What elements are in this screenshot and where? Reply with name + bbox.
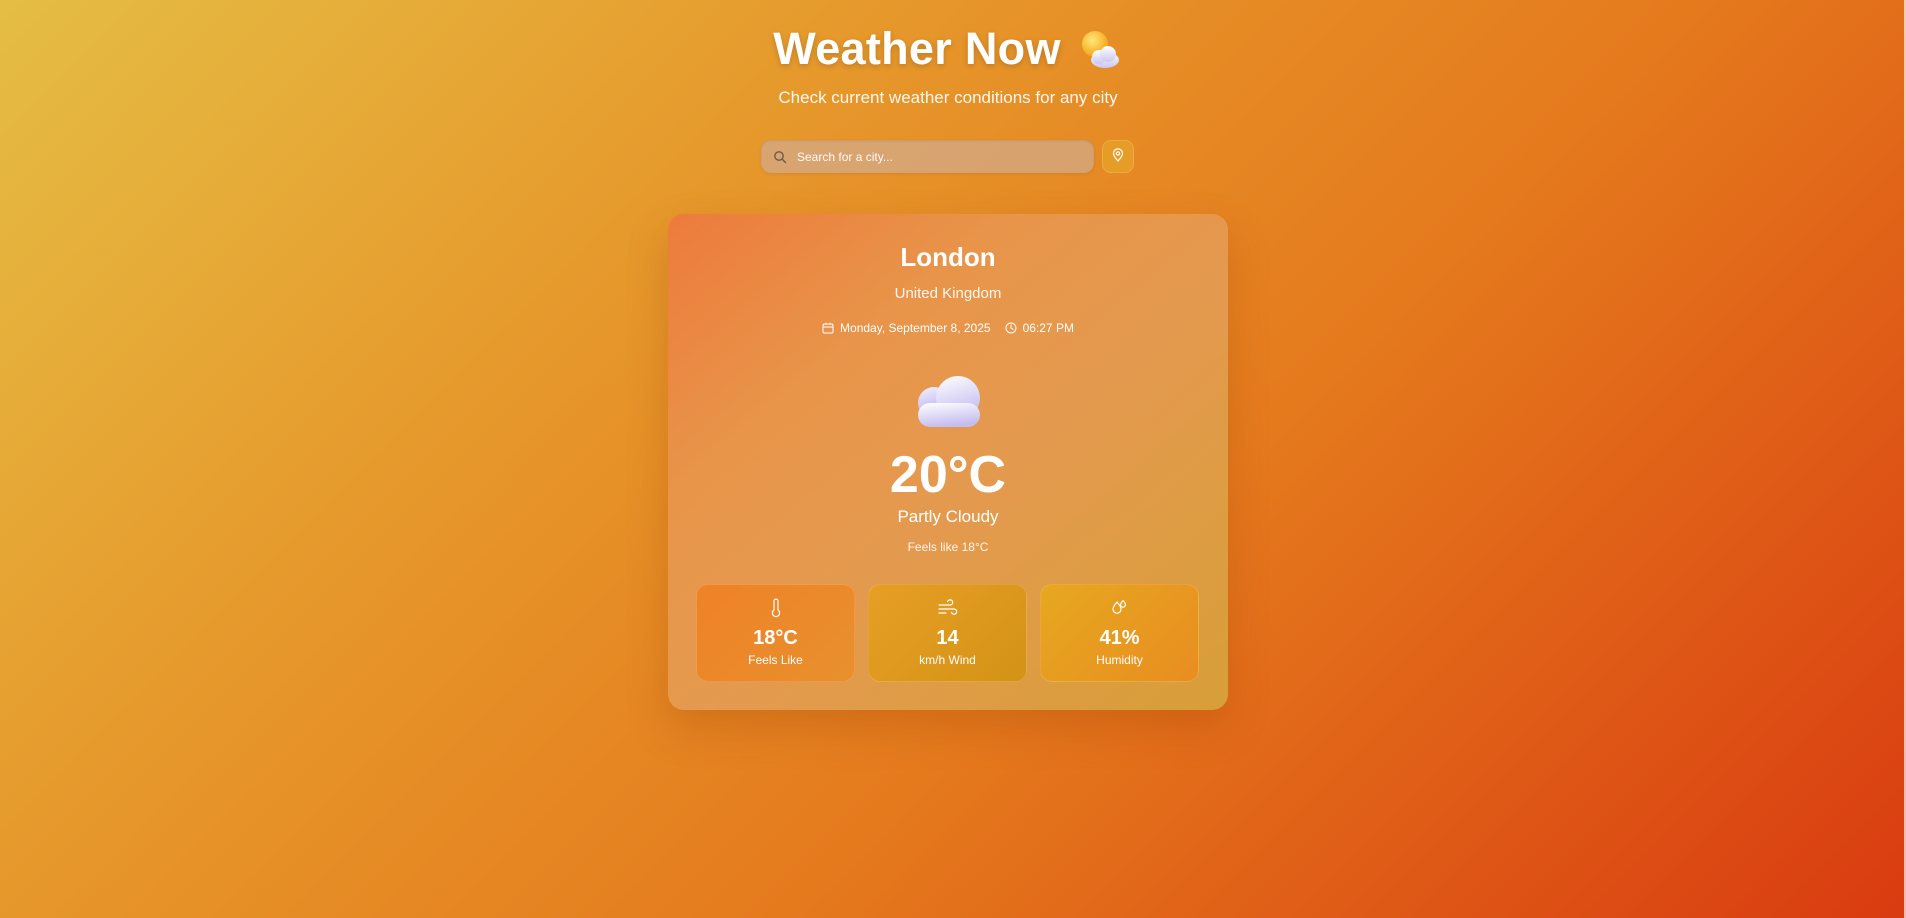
stat-label: Feels Like xyxy=(748,653,803,667)
search-field[interactable] xyxy=(761,140,1094,173)
stat-label: km/h Wind xyxy=(919,653,976,667)
current-location-button[interactable] xyxy=(1102,140,1134,173)
droplets-icon xyxy=(1111,597,1129,619)
sun-behind-cloud-icon xyxy=(1075,25,1123,73)
current-temperature: 20°C xyxy=(889,446,1007,504)
calendar-icon xyxy=(822,322,834,334)
app-title: Weather Now xyxy=(773,23,1061,74)
weather-card: London United Kingdom Monday, September … xyxy=(668,214,1228,710)
stat-value: 18°C xyxy=(753,627,798,649)
stat-value: 14 xyxy=(936,627,959,649)
wind-icon xyxy=(937,597,959,619)
current-date: Monday, September 8, 2025 xyxy=(840,321,991,335)
city-name: London xyxy=(900,242,996,272)
search-icon xyxy=(773,150,787,164)
app-header: Weather Now Check current weather condit… xyxy=(0,18,1896,108)
date-time-row: Monday, September 8, 2025 06:27 PM xyxy=(668,321,1228,335)
stat-card-feels-like: 18°C Feels Like xyxy=(696,584,855,682)
weather-stats: 18°C Feels Like 14 km/h Wind 41% Humidit… xyxy=(696,584,1199,682)
cloud-icon xyxy=(906,373,990,431)
country-name: United Kingdom xyxy=(894,285,1002,302)
date-item: Monday, September 8, 2025 xyxy=(822,321,991,335)
feels-like-text: Feels like 18°C xyxy=(907,540,989,554)
stat-card-wind: 14 km/h Wind xyxy=(868,584,1027,682)
thermometer-icon xyxy=(769,597,783,619)
title-row: Weather Now xyxy=(0,18,1896,80)
current-time: 06:27 PM xyxy=(1022,321,1074,335)
search-bar xyxy=(761,140,1134,173)
stat-label: Humidity xyxy=(1096,653,1143,667)
stat-value: 41% xyxy=(1099,627,1140,649)
search-input[interactable] xyxy=(797,149,1077,164)
clock-icon xyxy=(1005,322,1017,334)
stat-card-humidity: 41% Humidity xyxy=(1040,584,1199,682)
weather-condition: Partly Cloudy xyxy=(897,507,999,526)
app-subtitle: Check current weather conditions for any… xyxy=(778,88,1118,107)
time-item: 06:27 PM xyxy=(1005,321,1074,335)
map-pin-icon xyxy=(1111,148,1125,165)
